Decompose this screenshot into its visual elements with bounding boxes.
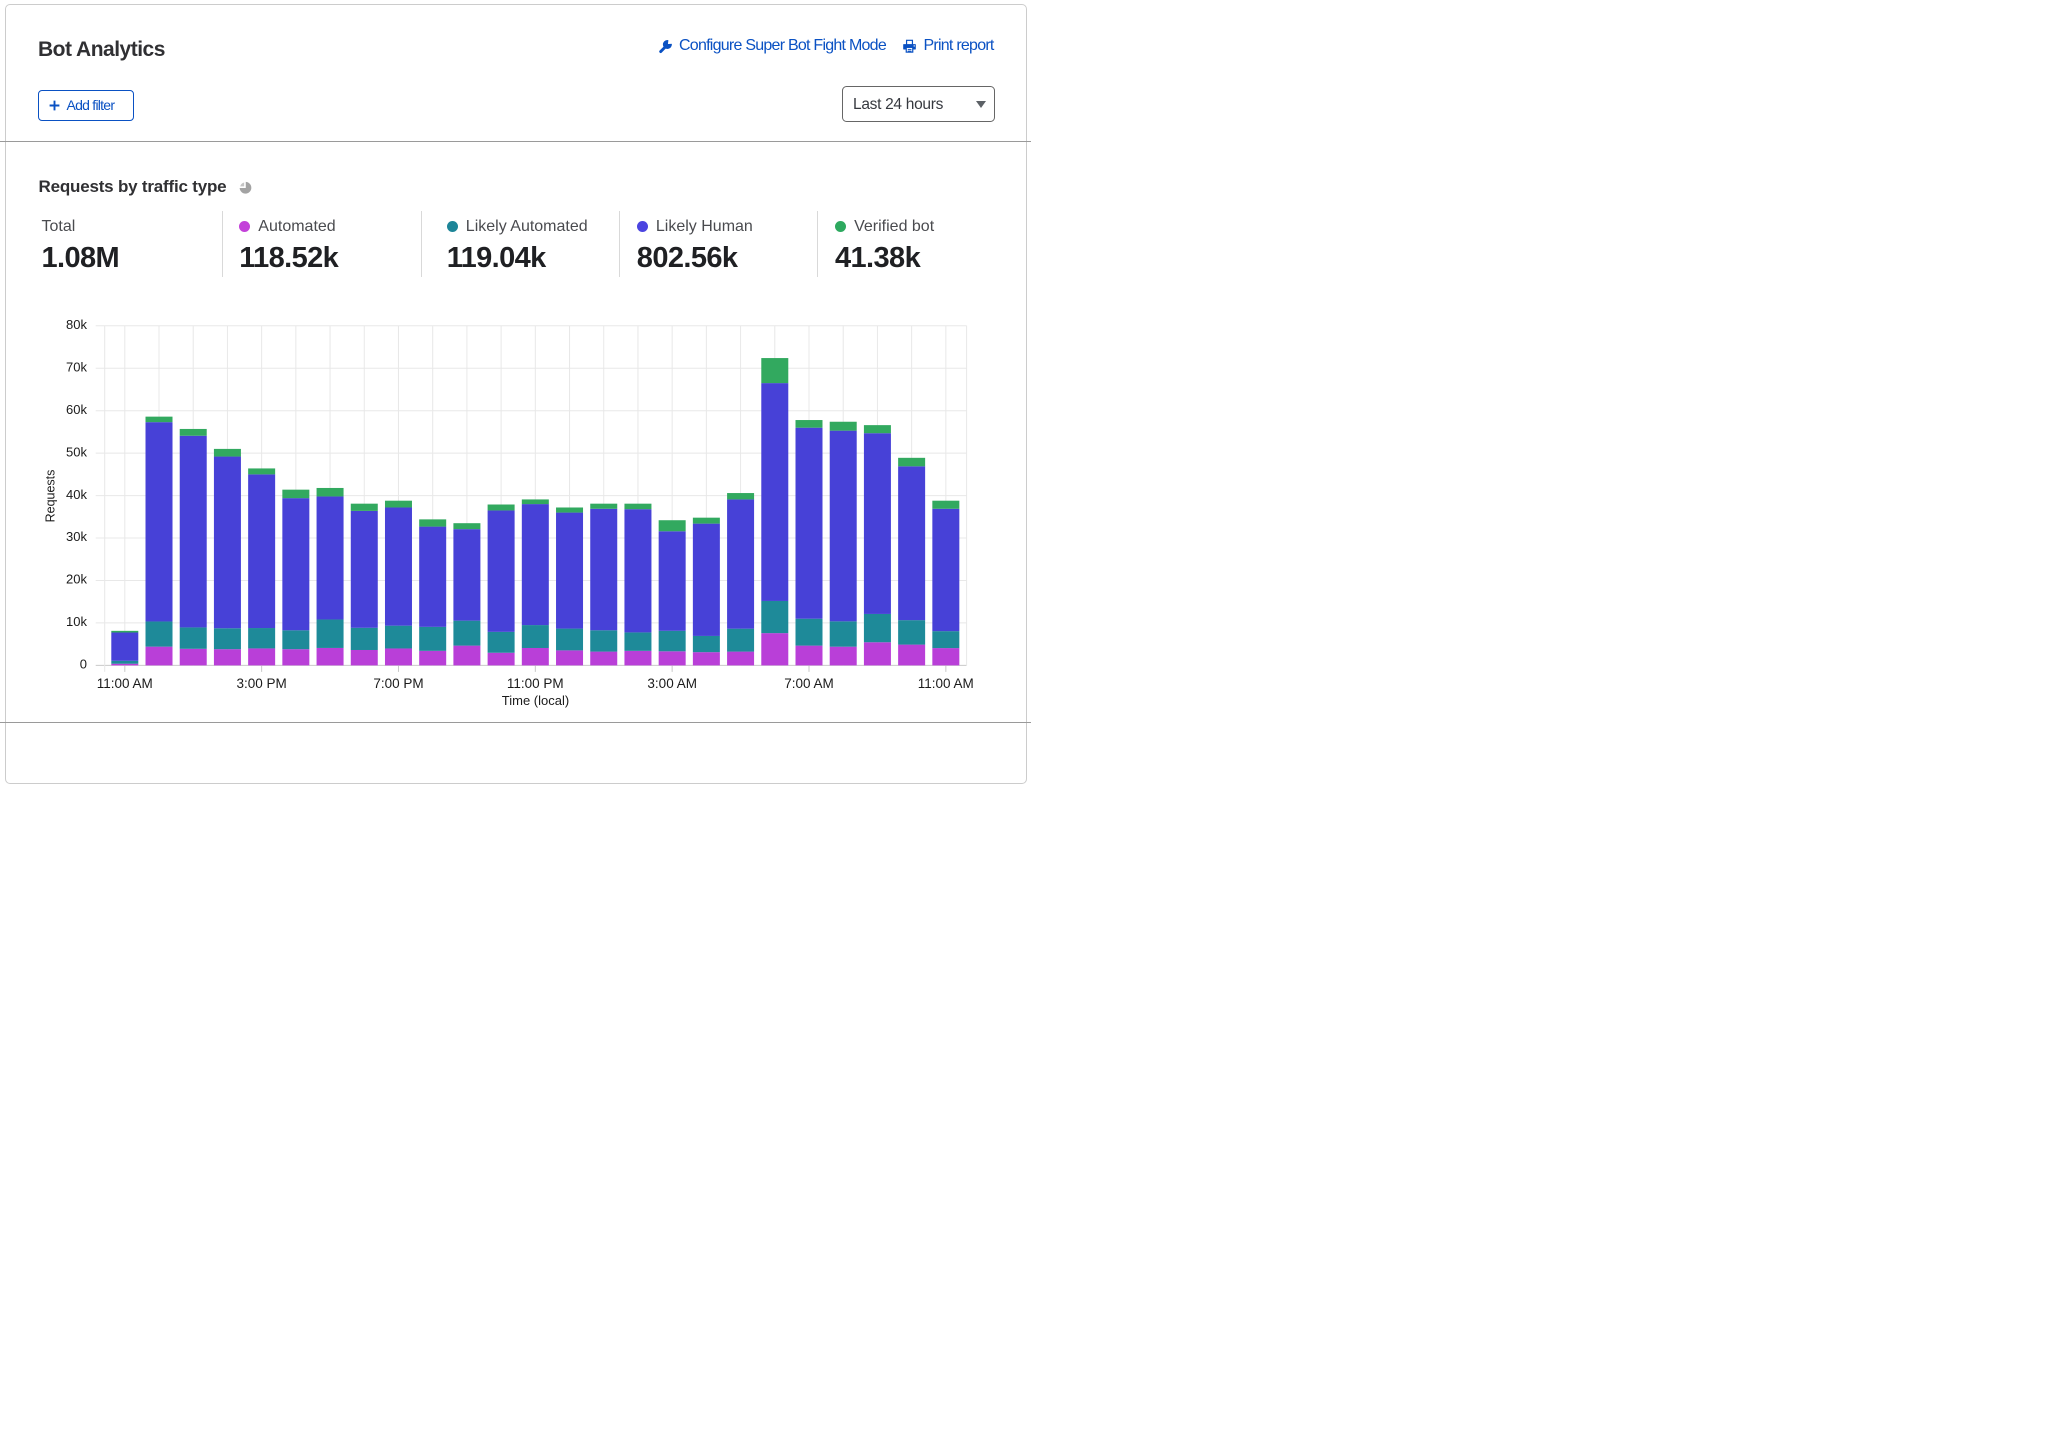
svg-text:50k: 50k	[66, 444, 87, 459]
svg-text:40k: 40k	[66, 487, 87, 502]
svg-text:7:00 AM: 7:00 AM	[784, 676, 834, 691]
svg-text:7:00 PM: 7:00 PM	[373, 676, 423, 691]
svg-text:Time (local): Time (local)	[502, 693, 569, 708]
svg-text:3:00 AM: 3:00 AM	[647, 676, 697, 691]
svg-text:Requests: Requests	[44, 470, 58, 523]
svg-text:80k: 80k	[66, 317, 87, 332]
svg-text:11:00 AM: 11:00 AM	[97, 676, 153, 691]
svg-text:30k: 30k	[66, 529, 87, 544]
svg-text:11:00 AM: 11:00 AM	[918, 676, 974, 691]
svg-text:70k: 70k	[66, 359, 87, 374]
svg-text:3:00 PM: 3:00 PM	[236, 676, 286, 691]
svg-text:10k: 10k	[66, 614, 87, 629]
svg-text:60k: 60k	[66, 402, 87, 417]
svg-text:0: 0	[80, 657, 87, 672]
svg-text:20k: 20k	[66, 572, 87, 587]
svg-text:11:00 PM: 11:00 PM	[507, 676, 564, 691]
